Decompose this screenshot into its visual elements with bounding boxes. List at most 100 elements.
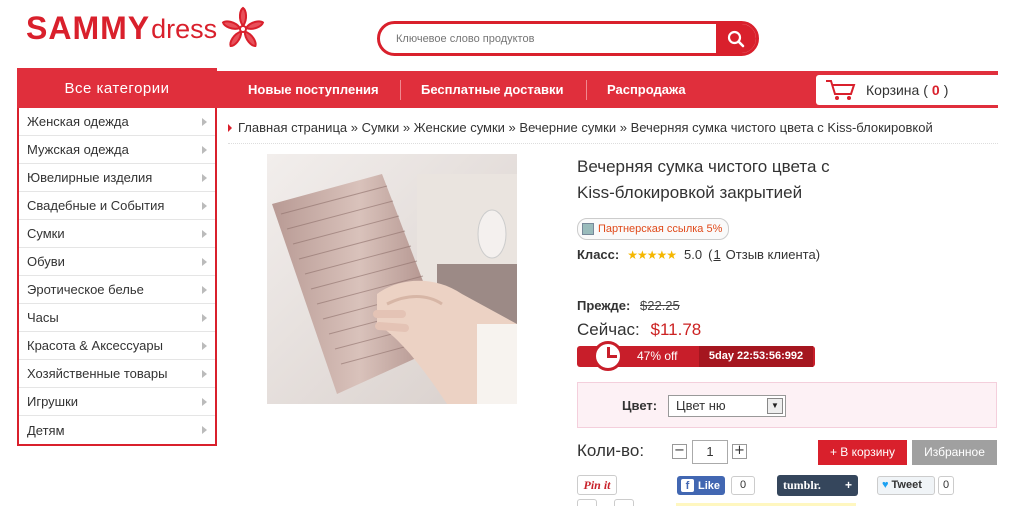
quantity-decrease-button[interactable]: − xyxy=(672,444,687,459)
chevron-right-icon xyxy=(202,341,207,350)
nav-separator xyxy=(586,80,587,100)
cart-label: Корзина (0) xyxy=(866,82,949,98)
chevron-right-icon xyxy=(202,313,207,322)
breadcrumb-text[interactable]: Главная страница » Сумки » Женские сумки… xyxy=(238,120,933,135)
site-logo[interactable]: SAMMY dress xyxy=(26,6,265,48)
old-price: Прежде: $22.25 xyxy=(577,298,680,313)
share-button[interactable] xyxy=(614,499,634,506)
nav-new-arrivals[interactable]: Новые поступления xyxy=(248,71,379,108)
reviews-paren: ( xyxy=(708,247,713,262)
product-title-line: Вечерняя сумка чистого цвета с xyxy=(577,157,830,176)
category-item[interactable]: Женская одежда xyxy=(19,108,215,136)
category-item[interactable]: Обуви xyxy=(19,248,215,276)
category-item[interactable]: Эротическое белье xyxy=(19,276,215,304)
chevron-right-icon xyxy=(202,145,207,154)
product-image[interactable] xyxy=(267,154,517,404)
chevron-right-icon xyxy=(202,426,207,434)
quantity-input[interactable]: 1 xyxy=(692,440,728,464)
category-item[interactable]: Часы xyxy=(19,304,215,332)
color-label: Цвет: xyxy=(622,398,658,413)
logo-text-bold: SAMMY xyxy=(26,10,151,46)
discount-label: 47% off xyxy=(637,349,678,363)
chevron-right-icon xyxy=(202,369,207,378)
category-item[interactable]: Свадебные и События xyxy=(19,192,215,220)
category-item[interactable]: Красота & Аксессуары xyxy=(19,332,215,360)
star-rating-icon: ★★★★★ xyxy=(627,247,677,262)
nav-free-shipping[interactable]: Бесплатные доставки xyxy=(421,71,563,108)
tweet-count: 0 xyxy=(938,476,954,495)
flower-logo-icon xyxy=(221,6,265,47)
category-label: Мужская одежда xyxy=(27,142,129,157)
logo-text-light: dress xyxy=(151,14,218,44)
category-label: Ювелирные изделия xyxy=(27,170,153,185)
category-label: Сумки xyxy=(27,226,65,241)
chevron-right-icon xyxy=(202,117,207,126)
nav-sale[interactable]: Распродажа xyxy=(607,71,686,108)
quantity-label: Коли-во: xyxy=(577,441,645,460)
product-photo xyxy=(267,154,517,404)
tumblr-label: tumblr. xyxy=(783,478,821,492)
chevron-right-icon xyxy=(202,257,207,266)
countdown-timer: 5day 22:53:56:992 xyxy=(699,346,813,367)
category-item[interactable]: Сумки xyxy=(19,220,215,248)
current-price-label: Сейчас: xyxy=(577,320,640,339)
chevron-right-icon xyxy=(202,397,207,406)
category-label: Красота & Аксессуары xyxy=(27,338,163,353)
current-price: Сейчас: $11.78 xyxy=(577,320,701,340)
all-categories-header[interactable]: Все категории xyxy=(17,68,217,108)
category-list: Женская одежда Мужская одежда Ювелирные … xyxy=(17,108,217,446)
color-select[interactable]: Цвет ню ▼ xyxy=(668,395,786,417)
tweet-button[interactable]: ♥ Tweet xyxy=(877,476,935,495)
category-label: Эротическое белье xyxy=(27,282,144,297)
category-item[interactable]: Ювелирные изделия xyxy=(19,164,215,192)
breadcrumb-marker-icon xyxy=(228,123,232,132)
category-item[interactable]: Игрушки xyxy=(19,388,215,416)
facebook-like-button[interactable]: f Like xyxy=(677,476,725,495)
favorite-button[interactable]: Избранное xyxy=(912,440,997,465)
search-button[interactable] xyxy=(716,24,756,53)
clock-icon xyxy=(593,341,623,371)
category-item[interactable]: Детям xyxy=(19,416,215,444)
category-label: Детям xyxy=(27,422,65,438)
plus-icon: + xyxy=(844,478,852,492)
breadcrumb: Главная страница » Сумки » Женские сумки… xyxy=(228,120,933,135)
quantity-increase-button[interactable]: + xyxy=(732,444,747,459)
reviews-link[interactable]: 1 xyxy=(713,247,720,262)
cart-button[interactable]: Корзина (0) xyxy=(816,75,1002,105)
chevron-down-icon[interactable]: ▼ xyxy=(767,398,783,414)
main-nav: Новые поступления Бесплатные доставки Ра… xyxy=(216,71,1002,108)
facebook-like-label: Like xyxy=(698,479,721,492)
partner-link-label: Партнерская ссылка 5% xyxy=(598,223,723,235)
tweet-label: Tweet xyxy=(891,479,922,491)
category-label: Обуви xyxy=(27,254,65,269)
category-label: Свадебные и События xyxy=(27,198,165,213)
twitter-bird-icon: ♥ xyxy=(882,479,889,491)
category-item[interactable]: Хозяйственные товары xyxy=(19,360,215,388)
chevron-right-icon xyxy=(202,173,207,182)
chevron-right-icon xyxy=(202,201,207,210)
product-rating: Класс: ★★★★★ 5.0 (1 Отзыв клиента) xyxy=(577,247,820,262)
rating-value: 5.0 xyxy=(684,247,703,262)
chevron-right-icon xyxy=(202,229,207,238)
cart-count: 0 xyxy=(931,82,940,98)
old-price-label: Прежде: xyxy=(577,298,631,313)
category-item[interactable]: Мужская одежда xyxy=(19,136,215,164)
pinterest-button[interactable]: Pin it xyxy=(577,475,617,495)
current-price-value: $11.78 xyxy=(650,320,702,339)
facebook-like-count: 0 xyxy=(731,476,755,495)
category-label: Часы xyxy=(27,310,59,325)
divider xyxy=(228,143,998,144)
reviews-label: Отзыв клиента) xyxy=(725,247,821,262)
product-title: Вечерняя сумка чистого цвета с Kiss-блок… xyxy=(577,154,897,206)
product-title-line: Kiss-блокировкой закрытией xyxy=(577,183,803,202)
color-select-value: Цвет ню xyxy=(676,398,726,413)
share-button[interactable] xyxy=(577,499,597,506)
category-label: Игрушки xyxy=(27,394,79,409)
category-label: Хозяйственные товары xyxy=(27,366,168,381)
search-input[interactable] xyxy=(380,24,716,53)
add-to-cart-button[interactable]: + В корзину xyxy=(818,440,907,465)
old-price-value: $22.25 xyxy=(640,298,680,313)
color-selector-panel: Цвет: Цвет ню ▼ xyxy=(577,382,997,428)
tumblr-share-button[interactable]: tumblr. + xyxy=(777,475,858,496)
partner-link-badge[interactable]: Партнерская ссылка 5% xyxy=(577,218,730,240)
